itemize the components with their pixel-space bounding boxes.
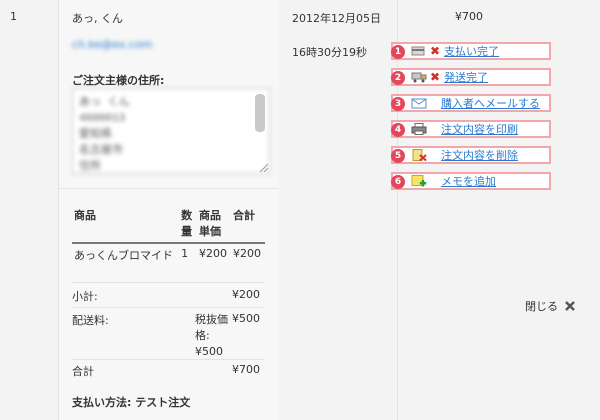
order-date: 2012年12月05日 xyxy=(292,12,381,25)
badge-4: 4 xyxy=(391,123,405,137)
badge-1: 1 xyxy=(391,45,405,59)
col-subtotal: 合計 xyxy=(233,209,255,222)
resize-handle-icon[interactable] xyxy=(258,162,268,172)
action-label[interactable]: 支払い完了 xyxy=(444,43,499,59)
divider xyxy=(72,307,265,308)
shipping-note: 税抜価格: ¥500 xyxy=(195,313,228,358)
badge-5: 5 xyxy=(391,149,405,163)
action-label[interactable]: 注文内容を印刷 xyxy=(441,121,518,137)
action-label[interactable]: 発送完了 xyxy=(444,69,488,85)
action-label[interactable]: メモを追加 xyxy=(441,173,496,189)
order-datetime-column xyxy=(279,0,397,420)
shipping-label: 配送料: xyxy=(72,314,109,327)
item-subtotal: ¥200 xyxy=(233,247,261,260)
address-scrollbar[interactable] xyxy=(255,94,265,132)
not-done-x-icon: ✖ xyxy=(430,44,441,58)
address-label: ご注文主様の住所: xyxy=(72,74,165,87)
divider xyxy=(72,359,265,360)
close-button[interactable]: 閉じる xyxy=(525,298,576,314)
action-payment-complete[interactable]: 1 ✖ 支払い完了 xyxy=(391,42,551,60)
total-label: 合計 xyxy=(72,365,94,378)
payment-method-value: テスト注文 xyxy=(135,396,191,409)
row-number-column xyxy=(0,0,58,420)
header-underline xyxy=(72,242,265,244)
col-product: 商品 xyxy=(74,209,96,222)
payment-icon xyxy=(411,46,425,56)
customer-name: あっ, くん xyxy=(72,12,123,25)
badge-3: 3 xyxy=(391,97,405,111)
item-product: あっくんブロマイド xyxy=(74,249,173,262)
not-done-x-icon: ✖ xyxy=(430,70,441,84)
subtotal-value: ¥200 xyxy=(232,288,260,301)
action-email-buyer[interactable]: 3 購入者へメールする xyxy=(391,94,551,112)
address-textarea[interactable] xyxy=(72,88,270,174)
item-unit-price: ¥200 xyxy=(199,247,228,260)
customer-email[interactable]: ch.ke@ex.com xyxy=(72,38,152,51)
badge-6: 6 xyxy=(391,175,405,189)
payment-method-label: 支払い方法: xyxy=(72,396,132,409)
action-delete-order[interactable]: 5 注文内容を削除 xyxy=(391,146,551,164)
close-label: 閉じる xyxy=(525,300,558,313)
table-row: あっくんブロマイド 1 ¥200 ¥200 xyxy=(72,241,265,265)
action-label[interactable]: 購入者へメールする xyxy=(441,95,540,111)
order-time: 16時30分19秒 xyxy=(292,46,367,59)
total-value: ¥700 xyxy=(232,363,260,376)
payment-method: 支払い方法: テスト注文 xyxy=(72,394,190,410)
mail-icon xyxy=(411,98,427,109)
memo-add-icon xyxy=(411,175,427,187)
col-qty: 数量 xyxy=(181,209,193,238)
subtotal-label: 小計: xyxy=(72,290,98,303)
badge-2: 2 xyxy=(391,71,405,85)
close-icon xyxy=(565,301,575,311)
col-unit-price: 商品単価 xyxy=(199,209,222,238)
action-label[interactable]: 注文内容を削除 xyxy=(441,147,518,163)
divider xyxy=(58,188,278,189)
action-shipping-complete[interactable]: 2 ✖ 発送完了 xyxy=(391,68,551,86)
order-actions-list: 1 ✖ 支払い完了 2 ✖ 発送完了 3 購入者へメールする 4 注文内容を印刷… xyxy=(391,42,551,198)
order-items-table: 商品 数量 商品単価 合計 あっくんブロマイド 1 ¥200 ¥200 xyxy=(72,205,265,265)
delete-icon xyxy=(412,149,427,161)
print-icon xyxy=(411,123,427,135)
action-add-memo[interactable]: 6 メモを追加 xyxy=(391,172,551,190)
item-qty: 1 xyxy=(181,247,189,260)
action-print-order[interactable]: 4 注文内容を印刷 xyxy=(391,120,551,138)
order-total: ¥700 xyxy=(455,10,483,23)
divider xyxy=(72,282,265,283)
row-number: 1 xyxy=(10,10,17,23)
truck-icon xyxy=(411,72,427,83)
shipping-value: ¥500 xyxy=(232,312,260,325)
